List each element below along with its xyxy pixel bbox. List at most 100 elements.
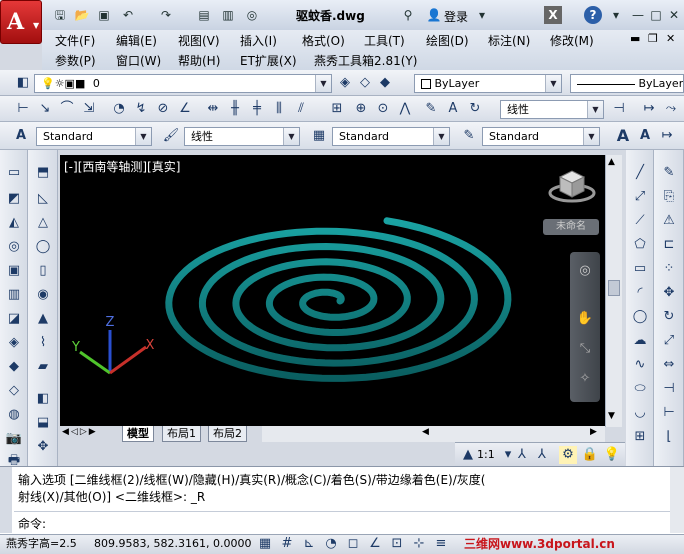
annotation-visibility-icon[interactable]: ⅄: [513, 446, 531, 464]
leader-icon[interactable]: ⤳: [662, 100, 680, 118]
circle-icon[interactable]: ◯: [631, 308, 649, 326]
trim-icon[interactable]: ⊣: [660, 380, 678, 398]
maximize-button[interactable]: □: [648, 7, 664, 23]
copy-icon[interactable]: ⎘: [660, 188, 678, 206]
radius-icon[interactable]: ◔: [110, 100, 128, 118]
menu-yanxiu-toolbox[interactable]: 燕秀工具箱2.81(Y): [314, 52, 417, 69]
otrack-icon[interactable]: ∠: [366, 535, 384, 553]
scroll-left-icon[interactable]: ◀: [422, 427, 429, 437]
plot-icon[interactable]: ▤: [196, 7, 212, 23]
layer-state-icon[interactable]: ◆: [376, 74, 394, 92]
ellipse-icon[interactable]: ⬭: [631, 380, 649, 398]
steering-wheel-icon[interactable]: ◎: [576, 262, 594, 280]
redo-icon[interactable]: ↷: [158, 7, 174, 23]
chevron-down-icon[interactable]: ▼: [545, 75, 561, 92]
snap-icon[interactable]: ▦: [256, 535, 274, 553]
sphere-icon[interactable]: ◎: [5, 238, 23, 256]
sphere-solid-icon[interactable]: ◯: [34, 238, 52, 256]
layer-combo[interactable]: 💡☼▣■ 0 ▼: [34, 74, 332, 93]
linetype-combo[interactable]: ByLayer: [570, 74, 684, 93]
linear-dim-icon[interactable]: ⊢: [14, 100, 32, 118]
continue-icon[interactable]: ╪: [248, 100, 266, 118]
helix-icon[interactable]: ⌇: [34, 334, 52, 352]
dim-style-combo[interactable]: 线性 ▼: [500, 100, 604, 119]
dim-style-brush-icon[interactable]: 🖌: [162, 127, 180, 145]
pyramid-solid-icon[interactable]: ▲: [34, 310, 52, 328]
chevron-down-icon[interactable]: ▾: [608, 7, 624, 23]
color-combo[interactable]: ByLayer ▼: [414, 74, 562, 93]
dim-style-icon[interactable]: ↦: [640, 100, 658, 118]
fillet-icon[interactable]: ⌊: [660, 428, 678, 446]
leader-arrow-icon[interactable]: ↦: [658, 127, 676, 145]
spiral-drawing[interactable]: Z Y X: [60, 155, 605, 427]
coordinate-readout[interactable]: 809.9583, 582.3161, 0.0000: [94, 535, 251, 553]
erase-icon[interactable]: ✎: [660, 164, 678, 182]
slice-icon[interactable]: ◧: [34, 390, 52, 408]
undo-icon[interactable]: ↶: [120, 7, 136, 23]
text-style-icon[interactable]: A: [12, 127, 30, 145]
menu-view[interactable]: 视图(V): [178, 32, 220, 49]
planar-surface-icon[interactable]: ▰: [34, 358, 52, 376]
horizontal-scrollbar[interactable]: ◀ ▶: [262, 426, 605, 442]
aligned-dim-icon[interactable]: ↘: [36, 100, 54, 118]
menu-window[interactable]: 窗口(W): [116, 52, 161, 69]
cylinder-solid-icon[interactable]: ▯: [34, 262, 52, 280]
command-scrollbar[interactable]: [670, 467, 684, 533]
tab-nav-arrows[interactable]: ◀◁▷▶: [62, 427, 98, 437]
inspect-icon[interactable]: ⊙: [374, 100, 392, 118]
quick-dim-icon[interactable]: ⇹: [204, 100, 222, 118]
angular-icon[interactable]: ∠: [176, 100, 194, 118]
update-icon[interactable]: ↻: [466, 100, 484, 118]
lock-icon[interactable]: 🔒: [581, 446, 599, 464]
chevron-down-icon[interactable]: ▾: [474, 7, 490, 23]
dim-style-combo-2[interactable]: 线性 ▼: [184, 127, 300, 146]
menu-format[interactable]: 格式(O): [302, 32, 345, 49]
array-icon[interactable]: ⁘: [660, 260, 678, 278]
chevron-down-icon[interactable]: ▼: [283, 128, 299, 145]
rotate-icon[interactable]: ↻: [660, 308, 678, 326]
login-link[interactable]: 登录: [444, 8, 468, 25]
exchange-icon[interactable]: X: [544, 6, 562, 24]
scale-icon[interactable]: ⤢: [660, 332, 678, 350]
baseline-icon[interactable]: ╫: [226, 100, 244, 118]
text-icon[interactable]: A: [614, 127, 632, 145]
rectangle-icon[interactable]: ▭: [631, 260, 649, 278]
break-icon[interactable]: ⫽: [292, 100, 310, 118]
sweep-icon[interactable]: ◆: [5, 358, 23, 376]
loft-icon[interactable]: ◇: [5, 382, 23, 400]
save-as-icon[interactable]: ▣: [96, 7, 112, 23]
chevron-down-icon[interactable]: ▼: [433, 128, 449, 145]
extrude-icon[interactable]: ◪: [5, 310, 23, 328]
camera-icon[interactable]: 📷: [5, 430, 23, 448]
menu-et-express[interactable]: ET扩展(X): [240, 52, 297, 69]
arc-length-icon[interactable]: ⌒: [58, 100, 76, 118]
revcloud-icon[interactable]: ☁: [631, 332, 649, 350]
orbit-icon[interactable]: ✧: [576, 370, 594, 388]
cone-icon[interactable]: ◭: [5, 214, 23, 232]
insert-block-icon[interactable]: ⊞: [631, 428, 649, 446]
diameter-icon[interactable]: ⊘: [154, 100, 172, 118]
tolerance-icon[interactable]: ⊞: [328, 100, 346, 118]
construction-line-icon[interactable]: ⤢: [631, 188, 649, 206]
polar-icon[interactable]: ◔: [322, 535, 340, 553]
pyramid-icon[interactable]: ◺: [34, 190, 52, 208]
publish-icon[interactable]: ▥: [220, 7, 236, 23]
ordinate-icon[interactable]: ⇲: [80, 100, 98, 118]
extend-icon[interactable]: ⊢: [660, 404, 678, 422]
menu-file[interactable]: 文件(F): [55, 32, 95, 49]
polyline-icon[interactable]: ⟋: [631, 212, 649, 230]
pan-hand-icon[interactable]: ✋: [576, 310, 594, 328]
menu-draw[interactable]: 绘图(D): [426, 32, 469, 49]
menu-dimension[interactable]: 标注(N): [488, 32, 530, 49]
ortho-icon[interactable]: ⊾: [300, 535, 318, 553]
space-icon[interactable]: ⫼: [270, 100, 288, 118]
table-style-combo[interactable]: Standard ▼: [332, 127, 450, 146]
zoom-icon[interactable]: ⤡: [576, 340, 594, 358]
auto-scale-icon[interactable]: ⅄: [533, 446, 551, 464]
offset-icon[interactable]: ⊏: [660, 236, 678, 254]
presspull-icon[interactable]: ⬓: [34, 414, 52, 432]
torus-icon[interactable]: ◉: [34, 286, 52, 304]
menu-parameters[interactable]: 参数(P): [55, 52, 96, 69]
save-icon[interactable]: 🖫: [52, 7, 68, 23]
cone-solid-icon[interactable]: △: [34, 214, 52, 232]
